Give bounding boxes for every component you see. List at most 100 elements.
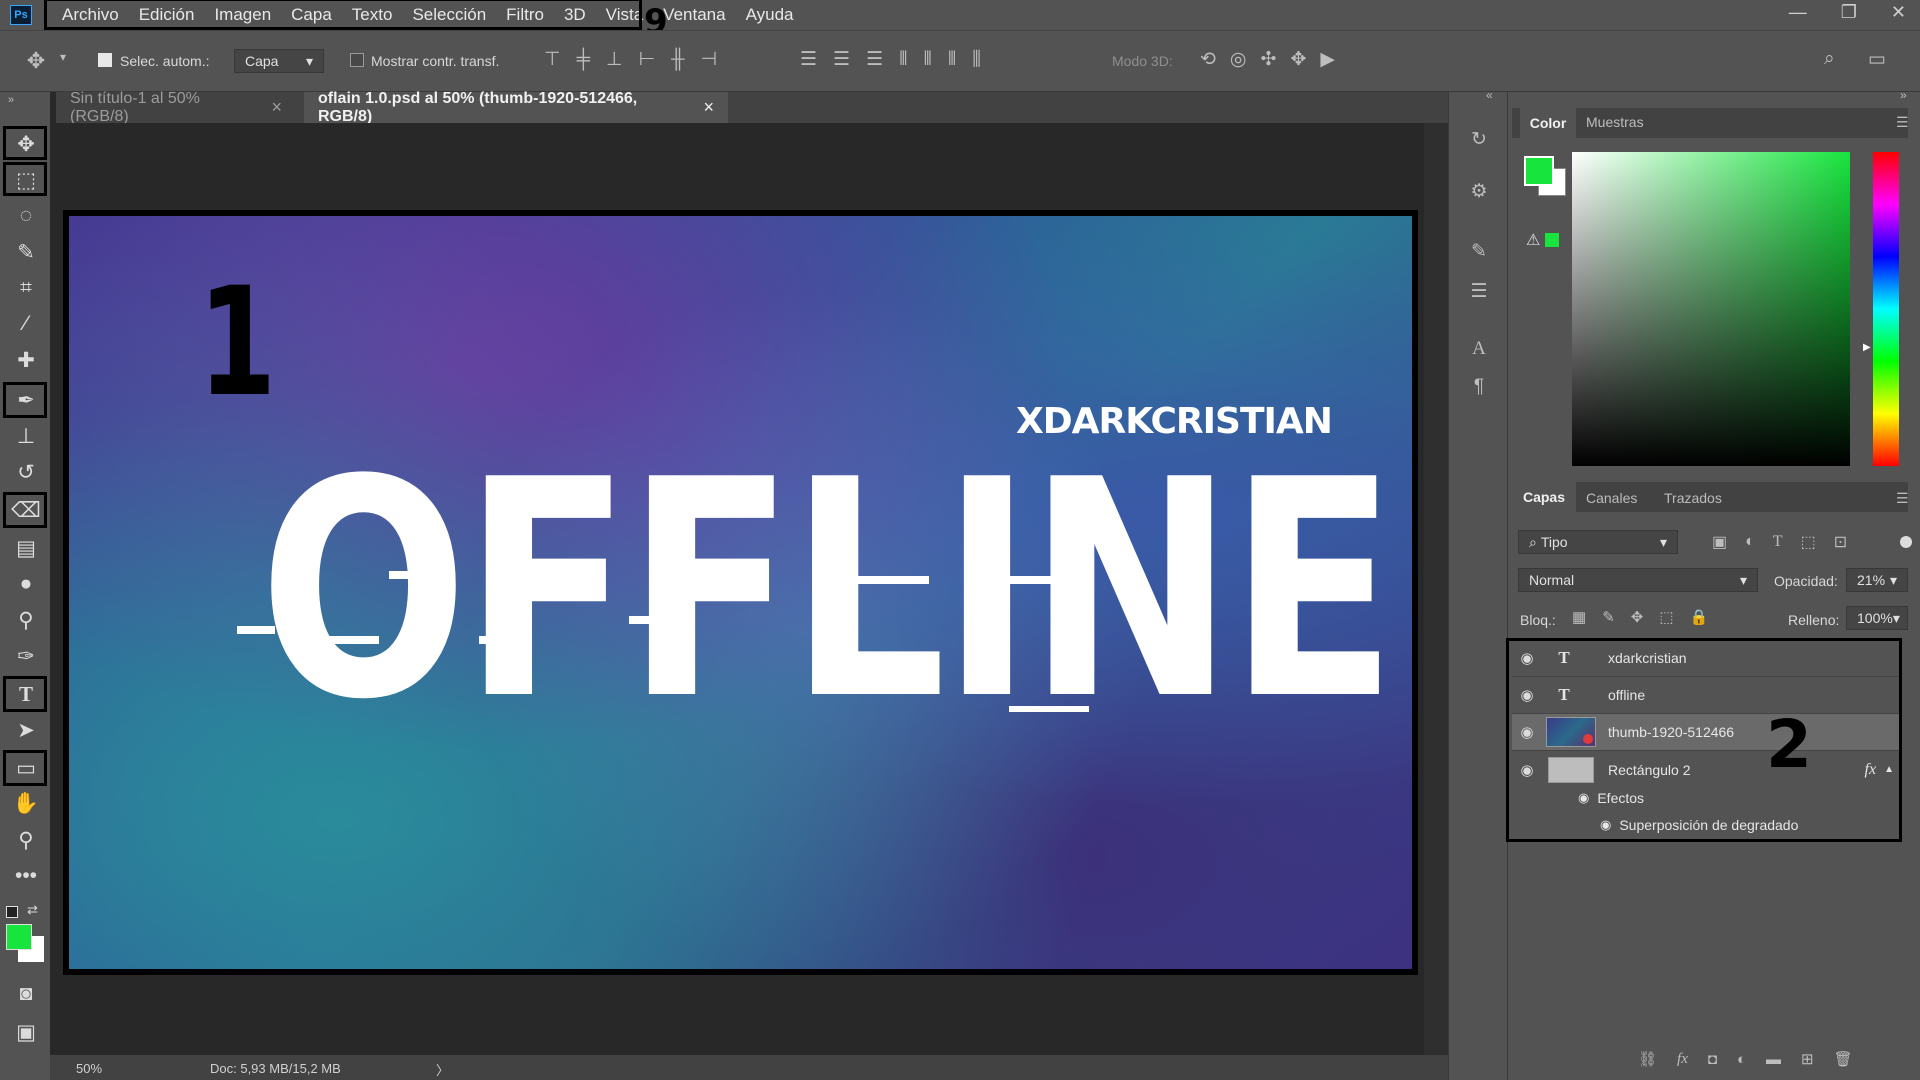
- delete-layer-icon[interactable]: 🗑: [1834, 1050, 1853, 1068]
- align-hcenter-icon[interactable]: ╫: [671, 48, 684, 71]
- tab-capas[interactable]: Capas: [1512, 482, 1576, 512]
- layer-filter-dropdown[interactable]: ⌕ Tipo ▾: [1518, 530, 1678, 554]
- quick-mask-button[interactable]: ◙: [8, 978, 44, 1010]
- tab-muestras[interactable]: Muestras: [1586, 114, 1644, 130]
- minimize-button[interactable]: —: [1789, 2, 1807, 23]
- foreground-color-swatch[interactable]: [1524, 156, 1554, 186]
- smart-object-filter-icon[interactable]: ⊡: [1834, 532, 1847, 552]
- lock-all-icon[interactable]: 🔒: [1690, 608, 1709, 626]
- distribute-hcenter-icon[interactable]: ⦀: [924, 48, 932, 71]
- new-layer-icon[interactable]: ⊞: [1801, 1050, 1814, 1068]
- add-mask-icon[interactable]: ◘: [1708, 1050, 1717, 1068]
- drag-3d-icon[interactable]: ✣: [1261, 48, 1277, 71]
- close-icon[interactable]: ×: [271, 97, 282, 118]
- panel-menu-icon[interactable]: ☰: [1896, 114, 1909, 131]
- restore-button[interactable]: ❐: [1841, 2, 1857, 23]
- distribute-top-icon[interactable]: ☰: [800, 48, 817, 71]
- stamp-tool-button[interactable]: ⊥: [8, 420, 44, 452]
- vertical-scrollbar[interactable]: [1424, 123, 1448, 1055]
- tab-trazados[interactable]: Trazados: [1664, 490, 1722, 506]
- lock-pixels-icon[interactable]: ✎: [1602, 608, 1615, 626]
- auto-select-checkbox[interactable]: [98, 53, 112, 72]
- hue-slider-handle[interactable]: ▶: [1863, 342, 1871, 353]
- pen-tool-button[interactable]: ✑: [8, 640, 44, 672]
- gradient-tool-button[interactable]: ▤: [8, 532, 44, 564]
- path-select-tool-button[interactable]: ➤: [8, 714, 44, 746]
- dodge-tool-button[interactable]: ⚲: [8, 604, 44, 636]
- slide-3d-icon[interactable]: ✥: [1290, 48, 1306, 71]
- gamut-warning-icon[interactable]: ⚠: [1526, 230, 1540, 250]
- align-bottom-icon[interactable]: ⊥: [606, 48, 623, 71]
- tab-canales[interactable]: Canales: [1586, 490, 1637, 506]
- distribute-right-icon[interactable]: ⦀: [948, 48, 956, 71]
- tab-color[interactable]: Color: [1520, 108, 1576, 138]
- eyedropper-tool-button[interactable]: ⁄: [8, 308, 44, 340]
- rotate-3d-icon[interactable]: ⟲: [1200, 48, 1216, 71]
- history-brush-tool-button[interactable]: ↺: [8, 456, 44, 488]
- default-colors-icon[interactable]: [6, 906, 18, 918]
- brush-settings-icon[interactable]: ✎: [1464, 236, 1494, 266]
- new-adjustment-icon[interactable]: ◐: [1737, 1050, 1746, 1068]
- foreground-color-swatch[interactable]: [6, 924, 32, 950]
- hand-tool-button[interactable]: ✋: [8, 788, 44, 820]
- filter-toggle[interactable]: [1900, 536, 1912, 548]
- align-top-icon[interactable]: ⊤: [544, 48, 561, 71]
- distribute-vcenter-icon[interactable]: ☰: [833, 48, 850, 71]
- shape-layer-filter-icon[interactable]: ⬚: [1801, 532, 1816, 552]
- panel-menu-icon[interactable]: ☰: [1896, 490, 1909, 507]
- collapse-arrows-icon[interactable]: »: [8, 94, 14, 106]
- history-panel-icon[interactable]: ↻: [1464, 124, 1494, 154]
- hue-slider[interactable]: [1873, 152, 1899, 466]
- quick-select-tool-button[interactable]: ✎: [8, 236, 44, 268]
- swap-colors-icon[interactable]: ⇄: [27, 902, 38, 918]
- align-right-icon[interactable]: ⊣: [701, 48, 718, 71]
- search-icon[interactable]: ⌕: [1824, 48, 1835, 70]
- lasso-tool-button[interactable]: ◌: [8, 200, 44, 232]
- lock-transparency-icon[interactable]: ▦: [1572, 608, 1586, 626]
- move-tool-icon[interactable]: ✥: [22, 47, 50, 75]
- screen-mode-button[interactable]: ▣: [8, 1016, 44, 1048]
- status-menu-arrow[interactable]: 〉: [436, 1060, 449, 1079]
- collapse-arrows-icon[interactable]: »: [1900, 88, 1907, 102]
- color-picker-field[interactable]: [1572, 152, 1850, 466]
- gamut-swatch[interactable]: [1545, 233, 1559, 247]
- pixel-layer-filter-icon[interactable]: ▣: [1712, 532, 1727, 552]
- paragraph-panel-icon[interactable]: ¶: [1464, 372, 1494, 402]
- roll-3d-icon[interactable]: ◎: [1230, 48, 1247, 71]
- align-left-icon[interactable]: ⊢: [639, 48, 656, 71]
- blend-mode-dropdown[interactable]: Normal ▾: [1518, 568, 1758, 592]
- adjustment-layer-filter-icon[interactable]: ◐: [1745, 532, 1755, 552]
- link-layers-icon[interactable]: ⛓: [1638, 1050, 1657, 1068]
- opacity-field[interactable]: 21% ▾: [1846, 568, 1908, 592]
- auto-select-target-dropdown[interactable]: Capa ▾: [234, 49, 324, 73]
- tab-oflain[interactable]: oflain 1.0.psd al 50% (thumb-1920-512466…: [304, 90, 728, 125]
- menu-item-ayuda[interactable]: Ayuda: [736, 0, 804, 30]
- align-vcenter-icon[interactable]: ╪: [577, 48, 590, 71]
- zoom-level[interactable]: 50%: [76, 1061, 102, 1076]
- tab-sin-titulo[interactable]: Sin título-1 al 50% (RGB/8) ×: [56, 90, 296, 125]
- healing-brush-tool-button[interactable]: ✚: [8, 344, 44, 376]
- character-panel-icon[interactable]: A: [1464, 334, 1494, 364]
- new-group-icon[interactable]: ▬: [1766, 1050, 1781, 1068]
- more-tools-button[interactable]: •••: [8, 860, 44, 892]
- zoom-tool-button[interactable]: ⚲: [8, 824, 44, 856]
- type-layer-filter-icon[interactable]: T: [1773, 532, 1783, 552]
- chevron-down-icon[interactable]: ▾: [60, 50, 66, 64]
- add-style-icon[interactable]: fx: [1677, 1050, 1688, 1068]
- lock-position-icon[interactable]: ✥: [1631, 608, 1644, 626]
- distribute-bottom-icon[interactable]: ☰: [866, 48, 883, 71]
- show-transform-checkbox[interactable]: [350, 53, 364, 72]
- close-icon[interactable]: ×: [703, 97, 714, 118]
- lock-artboard-icon[interactable]: ⬚: [1659, 608, 1673, 626]
- close-window-button[interactable]: ✕: [1891, 2, 1906, 23]
- blur-tool-button[interactable]: ●: [8, 568, 44, 600]
- auto-align-icon[interactable]: ⫼: [972, 48, 981, 71]
- crop-tool-button[interactable]: ⌗: [8, 272, 44, 304]
- distribute-left-icon[interactable]: ⦀: [899, 48, 907, 71]
- workspace-icon[interactable]: ▭: [1868, 48, 1886, 71]
- adjustments-icon[interactable]: ☰: [1464, 276, 1494, 306]
- properties-panel-icon[interactable]: ⚙: [1464, 176, 1494, 206]
- collapse-arrows-icon[interactable]: «: [1486, 88, 1493, 102]
- camera-3d-icon[interactable]: ▶: [1320, 48, 1335, 71]
- fill-field[interactable]: 100% ▾: [1846, 606, 1908, 630]
